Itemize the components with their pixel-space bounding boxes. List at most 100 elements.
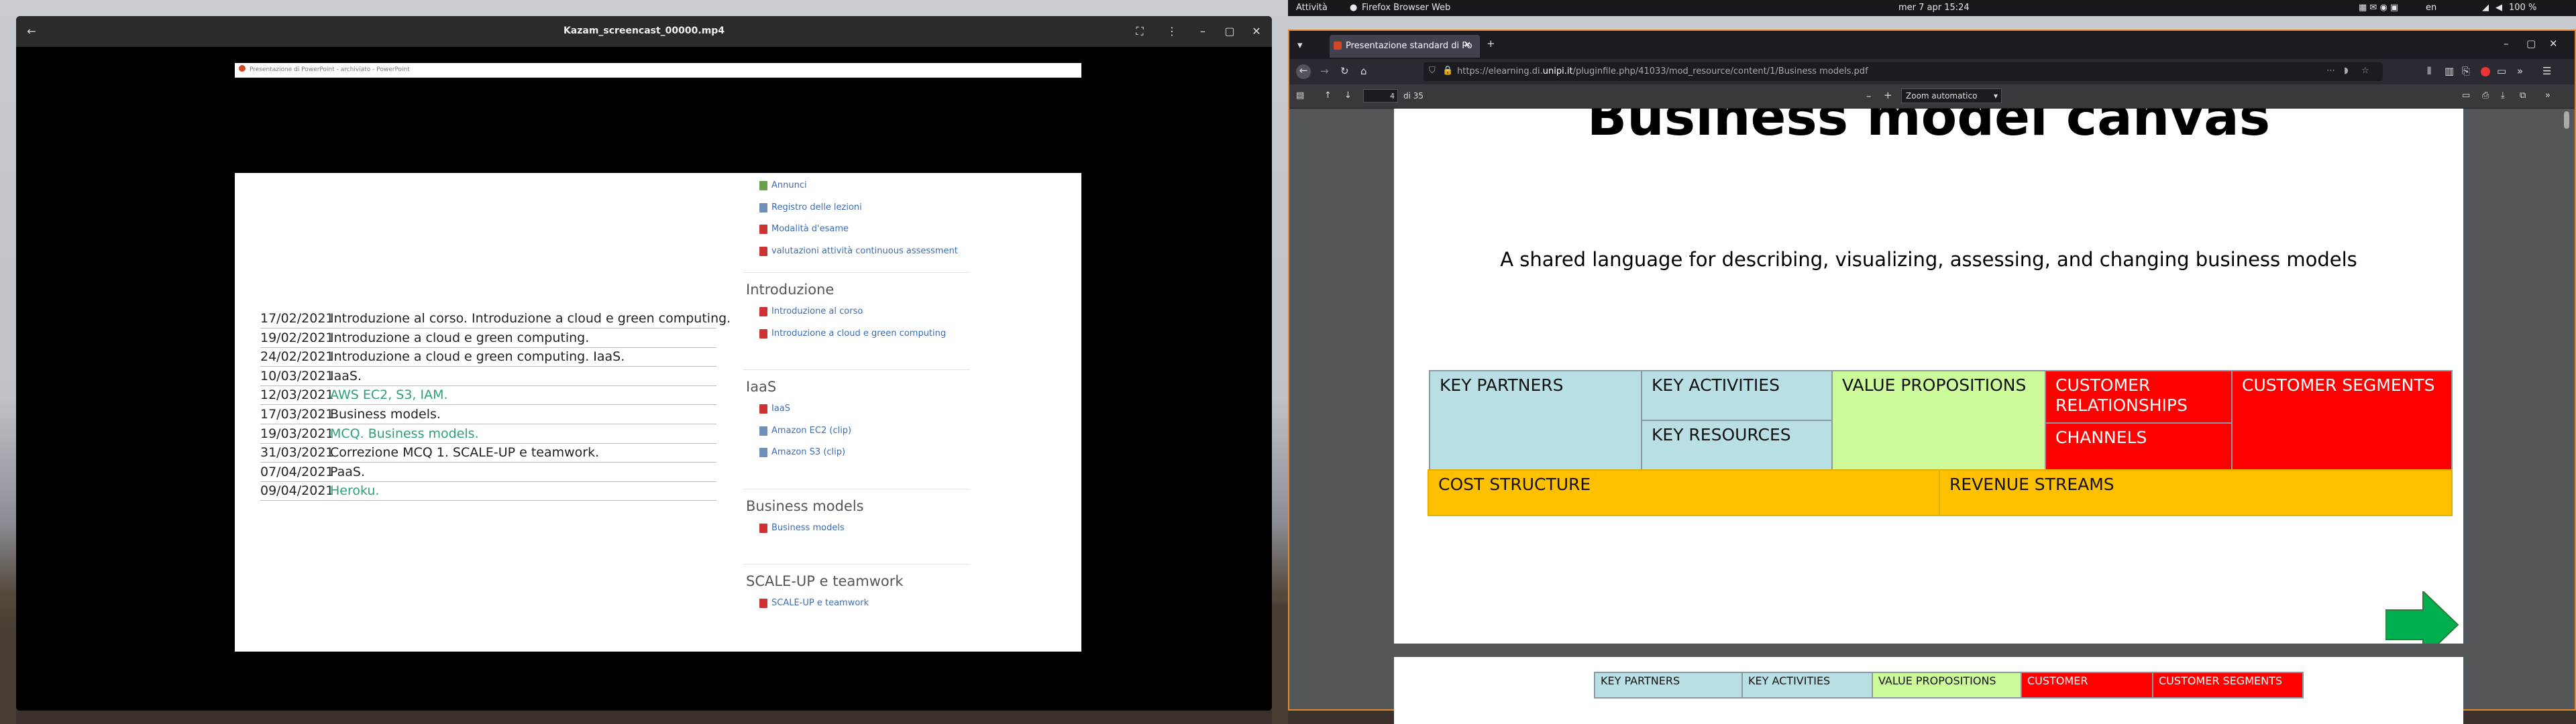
clock[interactable]: mer 7 apr 15:24 xyxy=(1898,3,1970,13)
battery-indicator[interactable]: 100 % xyxy=(2509,3,2536,13)
forward-icon[interactable]: → xyxy=(1320,65,1329,77)
schedule-topic: Correzione MCQ 1. SCALE-UP e teamwork. xyxy=(330,445,600,461)
schedule-topic: IaaS. xyxy=(330,368,362,383)
video-player-window: ← Kazam_screencast_00000.mp4 ⛶ ⋮ – ▢ ✕ P… xyxy=(16,16,1272,711)
extension-icon-2[interactable]: ▭ xyxy=(2497,65,2506,77)
app-menu[interactable]: Firefox Browser Web xyxy=(1362,3,1450,13)
bookmark-star-icon[interactable]: ☆ xyxy=(2361,66,2369,76)
schedule-row: 17/03/2021 Business models. xyxy=(260,406,716,424)
section-divider xyxy=(743,272,970,273)
resource-link[interactable]: Amazon S3 (clip) xyxy=(771,447,845,457)
activities-button[interactable]: Attività xyxy=(1296,3,1328,13)
sidebar-icon[interactable]: ▥ xyxy=(2445,65,2454,77)
key-resources-box: KEY RESOURCES xyxy=(1641,420,1833,471)
resource-link[interactable]: IaaS xyxy=(771,404,790,414)
bookmark-icon[interactable]: ⧉ xyxy=(2520,90,2526,101)
close-icon[interactable]: ✕ xyxy=(1249,24,1264,39)
pdf-page: Business model canvas A shared language … xyxy=(1394,109,2463,644)
section-title: SCALE-UP e teamwork xyxy=(746,573,904,589)
file-icon xyxy=(759,523,767,533)
page-number-input[interactable] xyxy=(1363,89,1398,103)
recorded-window-titlebar: Presentazione di PowerPoint - archiviato… xyxy=(235,63,1081,78)
pdf-viewer[interactable]: Business model canvas A shared language … xyxy=(1289,109,2575,724)
close-tab-icon[interactable]: ✕ xyxy=(1464,40,1471,50)
file-icon xyxy=(759,307,767,316)
schedule-topic[interactable]: Heroku. xyxy=(330,483,380,498)
maximize-icon[interactable]: ▢ xyxy=(1222,24,1237,39)
resource-link[interactable]: SCALE-UP e teamwork xyxy=(771,598,869,608)
tray-icons[interactable]: ▦ ✉ ◉ ▣ xyxy=(2359,3,2398,13)
close-window-icon[interactable]: ✕ xyxy=(2549,38,2558,50)
powerpoint-icon xyxy=(239,65,246,72)
schedule-row: 17/02/2021 Introduzione al corso. Introdu… xyxy=(260,310,731,328)
previous-page-icon[interactable]: ↑ xyxy=(1324,90,1332,101)
zoom-out-icon[interactable]: – xyxy=(1866,90,1872,102)
page-actions-icon[interactable]: ⋯ xyxy=(2326,66,2335,76)
schedule-date: 07/04/2021 xyxy=(260,464,334,479)
zoom-in-icon[interactable]: + xyxy=(1884,89,1892,101)
resource-link[interactable]: valutazioni attività continuous assessme… xyxy=(771,246,958,256)
url-bar[interactable]: ⛉ 🔒 https://elearning.di.unipi.it/plugin… xyxy=(1424,62,2383,81)
next-page-icon[interactable]: ↓ xyxy=(1344,90,1352,101)
minimize-icon[interactable]: – xyxy=(2504,38,2509,50)
language-indicator[interactable]: en xyxy=(2426,3,2436,13)
schedule-row: 12/03/2021 AWS EC2, S3, IAM. xyxy=(260,386,716,406)
file-icon xyxy=(759,181,767,190)
resource-link[interactable]: Modalità d'esame xyxy=(771,224,849,234)
next-value-propositions-box: VALUE PROPOSITIONS xyxy=(1872,672,2022,699)
home-icon[interactable]: ⌂ xyxy=(1360,65,1367,77)
section-divider xyxy=(743,369,970,370)
network-icon[interactable]: ◢ xyxy=(2482,3,2489,13)
pocket-icon[interactable]: ◗ xyxy=(2344,66,2349,76)
system-top-bar: Attività ● Firefox Browser Web mer 7 apr… xyxy=(1288,0,2576,16)
sidebar-toggle-icon[interactable]: ▤ xyxy=(1296,90,1304,101)
schedule-topic[interactable]: AWS EC2, S3, IAM. xyxy=(330,387,448,402)
zoom-select[interactable]: Zoom automatico ▾ xyxy=(1901,88,2002,103)
extension-icon[interactable] xyxy=(2481,67,2490,76)
resource-link[interactable]: Business models xyxy=(771,523,845,533)
resource-link[interactable]: Registro delle lezioni xyxy=(771,202,862,213)
lock-icon[interactable]: 🔒 xyxy=(1442,66,1453,76)
presentation-mode-icon[interactable]: ▭ xyxy=(2462,90,2470,101)
schedule-row: 19/02/2021 Introduzione a cloud e green c… xyxy=(260,329,716,348)
volume-icon[interactable]: ◀ xyxy=(2496,3,2502,13)
tab-list-icon[interactable]: ▾ xyxy=(1297,39,1303,51)
section-title: Introduzione xyxy=(746,282,835,298)
schedule-row: 10/03/2021 IaaS. xyxy=(260,367,716,386)
scrollbar-thumb[interactable] xyxy=(2564,111,2569,129)
recorded-course-page: 17/02/2021 Introduzione al corso. Introdu… xyxy=(235,173,1081,652)
firefox-window: ▾ Presentazione standard di Po ✕ + – ▢ ✕… xyxy=(1288,29,2576,724)
video-frame[interactable]: Presentazione di PowerPoint - archiviato… xyxy=(16,47,1272,711)
customer-segments-box: CUSTOMER SEGMENTS xyxy=(2231,370,2453,471)
back-icon[interactable]: ← xyxy=(1296,64,1311,79)
resource-link[interactable]: Introduzione al corso xyxy=(771,306,863,316)
screenshot-icon[interactable]: ⎘ xyxy=(2462,65,2470,77)
hamburger-menu-icon[interactable]: ☰ xyxy=(2542,65,2551,77)
reload-icon[interactable]: ↻ xyxy=(1340,65,1349,77)
overflow-icon[interactable]: » xyxy=(2517,65,2523,77)
file-icon xyxy=(759,246,767,256)
channels-box: CHANNELS xyxy=(2045,422,2233,471)
resource-link[interactable]: Introduzione a cloud e green computing xyxy=(771,328,946,339)
schedule-date: 12/03/2021 xyxy=(260,387,334,403)
new-tab-icon[interactable]: + xyxy=(1487,38,1495,50)
url-path: /pluginfile.php/41033/mod_resource/conte… xyxy=(1572,66,1868,76)
schedule-topic: Introduzione a cloud e green computing. xyxy=(330,330,590,345)
menu-dots-icon[interactable]: ⋮ xyxy=(1165,24,1179,39)
resource-link[interactable]: Annunci xyxy=(771,180,807,190)
download-icon[interactable]: ⤓ xyxy=(2501,90,2505,101)
file-icon xyxy=(759,599,767,608)
tools-overflow-icon[interactable]: » xyxy=(2545,90,2551,101)
tab-bar: ▾ Presentazione standard di Po ✕ + – ▢ ✕ xyxy=(1289,31,2575,59)
schedule-topic[interactable]: MCQ. Business models. xyxy=(330,426,479,441)
schedule-date: 17/03/2021 xyxy=(260,407,334,422)
next-customer-box: CUSTOMER xyxy=(2021,672,2153,699)
print-icon[interactable]: ⎙ xyxy=(2482,90,2489,101)
shield-icon[interactable]: ⛉ xyxy=(1429,66,1436,76)
library-icon[interactable]: ⫴ xyxy=(2427,65,2431,77)
fullscreen-icon[interactable]: ⛶ xyxy=(1132,24,1147,39)
maximize-icon[interactable]: ▢ xyxy=(2526,38,2536,50)
resource-link[interactable]: Amazon EC2 (clip) xyxy=(771,426,851,436)
tab-active[interactable]: Presentazione standard di Po ✕ xyxy=(1330,35,1480,58)
minimize-icon[interactable]: – xyxy=(1195,24,1210,39)
